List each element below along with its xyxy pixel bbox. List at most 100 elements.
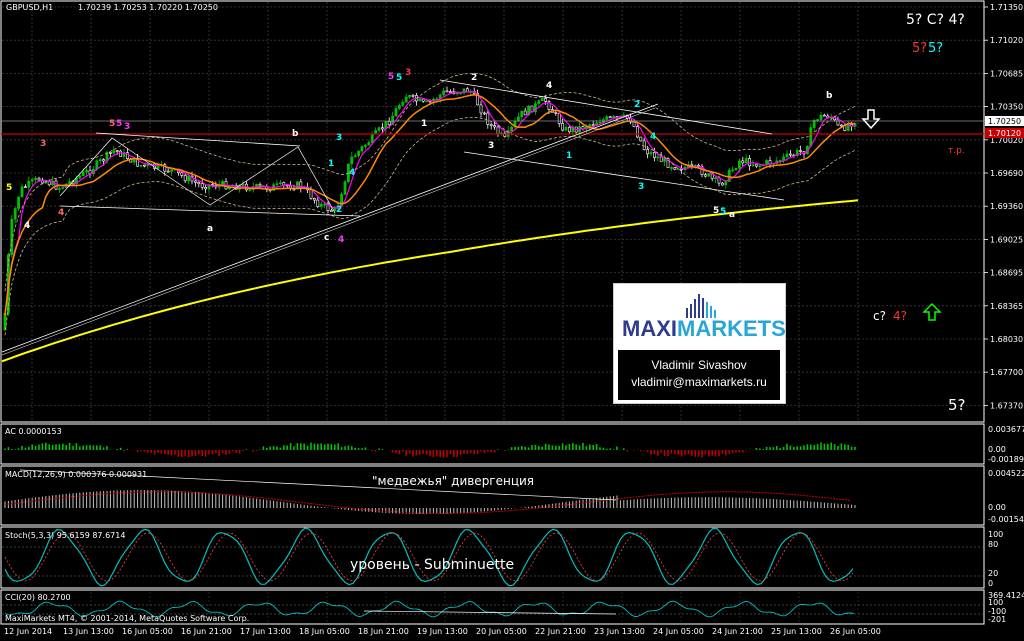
price-tick-label: 1.69025 (990, 235, 1023, 244)
candle-body (714, 177, 718, 180)
time-tick-label: 18 Jun 05:00 (299, 627, 350, 636)
candle-body (139, 164, 143, 167)
candle-body (404, 96, 408, 103)
cci-tick-3: -201 (988, 615, 1006, 624)
candle-body (822, 114, 826, 117)
candle-body (357, 150, 361, 157)
candle-body (663, 158, 667, 162)
candle-body (669, 167, 673, 169)
candle-body (489, 124, 493, 126)
candle-body (523, 110, 527, 116)
candle-body (819, 114, 823, 120)
price-tick-label: 1.69360 (990, 202, 1023, 211)
time-tick-label: 24 Jun 05:00 (653, 627, 704, 636)
logo-brand-maxi: MAXI (622, 316, 677, 341)
candle-body (316, 199, 320, 207)
candle-body (241, 183, 245, 186)
candle-body (421, 98, 425, 102)
annotation-subminuette: уровень - Subminuette (350, 557, 514, 573)
wave-label-four-3: 4 (650, 132, 656, 142)
candle-body (374, 130, 378, 135)
candle-body (561, 123, 565, 131)
candle-body (635, 126, 639, 138)
candle-body (703, 174, 707, 177)
main-panel[interactable] (0, 0, 985, 423)
wave-label-a1: a (207, 224, 213, 234)
candle-body (816, 119, 820, 121)
candle-body (639, 136, 643, 142)
candle-body (486, 112, 490, 125)
candle-body (418, 98, 422, 102)
candle-body (598, 121, 602, 124)
candle-body (510, 126, 514, 131)
ac-panel[interactable] (0, 423, 985, 465)
channel-bottom-1[interactable] (59, 205, 361, 217)
candle-body (608, 116, 612, 119)
candle-body (329, 210, 333, 212)
candle-body (20, 186, 24, 198)
ac-tick-2: -0.001897 (988, 455, 1024, 464)
candle-body (411, 94, 415, 97)
price-axis[interactable]: 1.713501.710201.706851.703501.700201.696… (984, 3, 1023, 410)
candle-body (115, 150, 119, 152)
candle-body (493, 125, 497, 128)
candle-body (557, 112, 561, 124)
candle-body (652, 152, 656, 158)
price-tick-label: 1.68030 (990, 335, 1023, 344)
candle-body (258, 184, 262, 187)
stoch-tick-0: 100 (988, 530, 1003, 539)
candle-body (455, 92, 459, 95)
candle-body (360, 146, 364, 152)
candle-body (442, 90, 446, 96)
candle-body (248, 189, 252, 191)
candle-body (119, 150, 123, 157)
wave-label-three-2: 3 (488, 141, 494, 151)
ac-label: AC 0.0000153 (5, 427, 62, 436)
wave-label-b-top: b (826, 91, 833, 101)
candle-body (836, 119, 840, 126)
time-axis[interactable]: 12 Jun 2014 13 Jun 13:00 16 Jun 05:00 16 Ju… (4, 627, 881, 636)
channel-bottom-2[interactable] (463, 151, 785, 201)
candle-body (112, 150, 116, 154)
candle-body (275, 183, 279, 186)
wave-label-b1: b (292, 129, 299, 139)
candle-body (57, 188, 61, 190)
chart-window[interactable]: 1.713501.710201.706851.703501.700201.696… (0, 0, 1024, 641)
candle-body (649, 152, 653, 155)
annotation-five-bottom: 5? (948, 396, 966, 414)
stoch-label: Stoch(5,3,3) 95.6159 87.6714 (5, 531, 125, 540)
annotation-four-question: 4? (893, 309, 907, 323)
footer-copyright: MaxiMarkets MT4, © 2001-2014, MetaQuotes… (5, 614, 249, 623)
annotation-bearish-divergence: "медвежья" дивергенция (372, 474, 534, 488)
price-tick-label: 1.67370 (990, 401, 1023, 410)
candle-body (751, 164, 755, 167)
time-tick-label: 19 Jun 13:00 (417, 627, 468, 636)
time-tick-label: 18 Jun 21:00 (358, 627, 409, 636)
wave-label-three-mid: 3 (124, 122, 130, 132)
price-tick-label: 1.70350 (990, 103, 1023, 112)
candle-body (788, 153, 792, 156)
candle-body (591, 124, 595, 126)
candle-body (37, 177, 41, 181)
candle-body (170, 169, 174, 172)
price-tick-label: 1.71020 (990, 36, 1023, 45)
wave-label-five-bot: 5 (713, 206, 719, 216)
candle-body (17, 196, 21, 209)
trendline-long-b[interactable] (1, 107, 656, 356)
envelope-upper-line (4, 72, 856, 292)
cci-divergence-line (363, 610, 617, 615)
candle-body (720, 182, 724, 186)
candle-body (425, 100, 429, 103)
candle-body (496, 126, 500, 135)
candle-body (516, 116, 520, 122)
logo-contact-box: Vladimir Sivashov vladimir@maximarkets.r… (618, 350, 780, 400)
down-arrow-icon (861, 109, 881, 130)
candle-body (166, 170, 170, 173)
candle-body (377, 127, 381, 131)
candle-body (564, 126, 568, 131)
candle-body (676, 168, 680, 171)
maximarkets-logo-card: MAXIMARKETS Vladimir Sivashov vladimir@m… (613, 283, 786, 404)
candle-body (394, 108, 398, 117)
trendline-long[interactable] (1, 103, 659, 353)
level-price-label: 1.70120 (988, 129, 1021, 138)
